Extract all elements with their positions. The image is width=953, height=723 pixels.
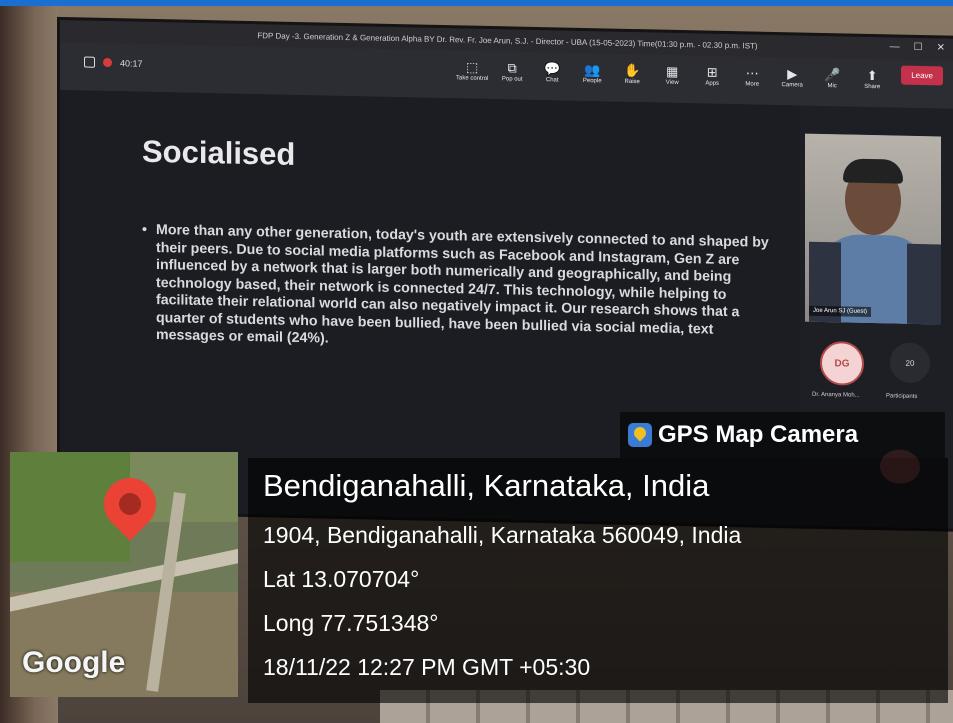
people-icon: 👥	[584, 61, 601, 78]
toolbar-button-label: Pop out	[501, 76, 523, 83]
close-button[interactable]: ✕	[937, 42, 945, 53]
participants-label: Participants	[886, 393, 918, 400]
toolbar-button-label: People	[582, 77, 602, 85]
gps-camera-icon	[628, 423, 652, 447]
maximize-button[interactable]: ☐	[914, 42, 923, 53]
location-place: Bendiganahalli, Karnataka, India	[263, 468, 710, 503]
participant-avatar[interactable]: DG	[820, 340, 864, 386]
apps-button[interactable]: ⊞ Apps	[695, 64, 729, 87]
toolbar-button-label: Apps	[705, 80, 720, 87]
toolbar-button-label: Share	[864, 83, 881, 91]
pop-out-button[interactable]: ⧉ Pop out	[495, 60, 529, 83]
speaker-video-tile[interactable]: Joe Arun SJ (Guest)	[805, 133, 941, 325]
location-datetime: 18/11/22 12:27 PM GMT +05:30	[263, 654, 591, 680]
take-control-button[interactable]: ⬚ Take control	[455, 59, 489, 82]
chat-icon: 💬	[544, 61, 561, 77]
location-map-thumbnail: Google	[10, 452, 238, 697]
raise-hand-icon: ✋	[624, 62, 641, 79]
leave-button[interactable]: Leave	[901, 65, 943, 86]
mic-button[interactable]: 🎤 Mic	[815, 67, 849, 90]
take-control-icon: ⬚	[466, 59, 479, 75]
toolbar-button-label: Take control	[456, 75, 489, 82]
share-icon: ⬆	[866, 67, 878, 84]
camera-icon: ▶	[787, 66, 798, 82]
location-latitude: Lat 13.070704°	[263, 566, 420, 592]
participant-count-badge[interactable]: 20	[890, 342, 930, 384]
gps-brand-badge: GPS Map Camera	[620, 412, 945, 458]
participant-name: Dr. Ananya Moh...	[812, 391, 860, 399]
slide-body: • More than any other generation, today'…	[142, 222, 782, 358]
toolbar-buttons: ⬚ Take control ⧉ Pop out 💬 Chat 👥 People ✋ Raise ▦…	[455, 56, 943, 91]
bullet-icon: •	[142, 221, 147, 238]
speaker-name: Joe Arun SJ (Guest)	[809, 305, 872, 317]
view-button[interactable]: ▦ View	[655, 63, 689, 86]
location-address: 1904, Bendiganahalli, Karnataka 560049, …	[263, 522, 742, 548]
people-button[interactable]: 👥 People	[575, 62, 609, 85]
shield-icon	[84, 56, 95, 68]
chat-button[interactable]: 💬 Chat	[535, 61, 569, 84]
view-icon: ▦	[666, 63, 679, 79]
more-icon: ⋯	[745, 65, 759, 81]
mic-icon: 🎤	[824, 67, 841, 83]
slide-bullet-text: More than any other generation, today's …	[156, 222, 769, 347]
toolbar-button-label: Camera	[781, 82, 803, 89]
meeting-timer: 40:17	[120, 57, 143, 69]
window-controls: — ☐ ✕	[890, 41, 945, 53]
recording-icon	[103, 57, 112, 68]
map-provider-logo: Google	[22, 646, 126, 679]
minimize-button[interactable]: —	[890, 41, 900, 52]
gps-brand-label: GPS Map Camera	[658, 421, 859, 448]
slide-title: Socialised	[142, 133, 296, 172]
location-longitude: Long 77.751348°	[263, 610, 439, 636]
meeting-status: 40:17	[84, 56, 143, 69]
share-button[interactable]: ⬆ Share	[855, 68, 889, 91]
toolbar-button-label: Chat	[545, 77, 559, 84]
toolbar-button-label: View	[665, 79, 679, 86]
raise-hand-button[interactable]: ✋ Raise	[615, 63, 649, 86]
toolbar-button-label: Raise	[624, 78, 640, 86]
more-button[interactable]: ⋯ More	[735, 65, 769, 88]
pop-out-icon: ⧉	[507, 60, 517, 76]
toolbar-button-label: More	[745, 81, 760, 88]
camera-button[interactable]: ▶ Camera	[775, 66, 809, 89]
apps-icon: ⊞	[706, 64, 718, 80]
gps-info-panel: Bendiganahalli, Karnataka, India 1904, B…	[248, 458, 948, 703]
toolbar-button-label: Mic	[827, 83, 837, 90]
